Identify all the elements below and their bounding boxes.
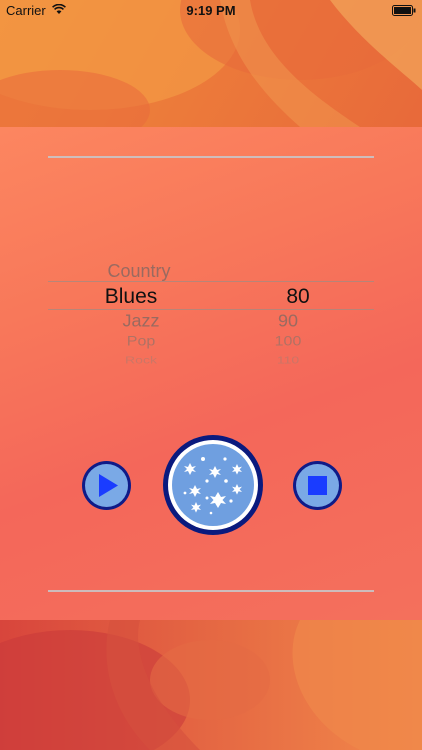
play-button[interactable]: [82, 461, 131, 510]
sparkle-burst-icon: [183, 457, 242, 515]
picker-genre-blues[interactable]: Blues: [96, 285, 166, 309]
stop-button[interactable]: [293, 461, 342, 510]
play-icon: [99, 474, 118, 497]
picker-selection-line-bottom: [48, 309, 374, 310]
app-screen: Carrier 9:19 PM Country Blues Jazz Pop R…: [0, 0, 422, 750]
picker-genre-country[interactable]: Country: [104, 261, 174, 282]
battery-icon: [392, 5, 416, 16]
bottom-divider: [48, 590, 374, 592]
picker-tempo-90[interactable]: 90: [258, 312, 318, 332]
genre-tempo-picker[interactable]: Country Blues Jazz Pop Rock 80 90 100 11…: [48, 255, 374, 365]
top-divider: [48, 156, 374, 158]
stop-icon: [308, 476, 327, 495]
picker-tempo-100[interactable]: 100: [258, 334, 318, 349]
picker-genre-jazz[interactable]: Jazz: [106, 312, 176, 332]
picker-tempo-80[interactable]: 80: [268, 285, 328, 309]
status-time: 9:19 PM: [186, 3, 236, 18]
picker-tempo-110[interactable]: 110: [258, 354, 318, 365]
picker-genre-pop[interactable]: Pop: [106, 334, 176, 349]
sparkle-button[interactable]: [163, 435, 263, 535]
player-panel: [0, 127, 422, 620]
picker-selection-line-top: [48, 281, 374, 282]
picker-genre-rock[interactable]: Rock: [106, 354, 176, 365]
status-bar: Carrier 9:19 PM: [0, 0, 422, 22]
